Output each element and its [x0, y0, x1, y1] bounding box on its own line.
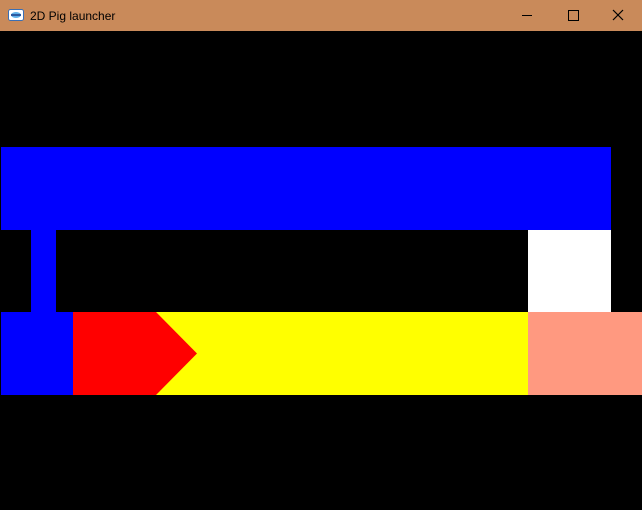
projectile-body — [156, 312, 528, 395]
launcher-post — [31, 230, 56, 313]
close-button[interactable] — [596, 0, 642, 31]
window-title: 2D Pig launcher — [30, 9, 116, 23]
pig-block — [528, 312, 642, 395]
app-window: 2D Pig launcher — [0, 0, 642, 510]
close-icon — [612, 9, 624, 21]
maximize-button[interactable] — [550, 0, 596, 31]
maximize-icon — [568, 10, 579, 21]
top-platform — [1, 147, 611, 230]
app-launcher-icon — [8, 8, 24, 21]
launcher-base — [1, 312, 73, 395]
white-block — [528, 230, 611, 312]
title-bar[interactable]: 2D Pig launcher — [0, 0, 642, 31]
minimize-button[interactable] — [504, 0, 550, 31]
game-canvas[interactable] — [1, 31, 642, 510]
projectile-tip — [73, 312, 197, 395]
